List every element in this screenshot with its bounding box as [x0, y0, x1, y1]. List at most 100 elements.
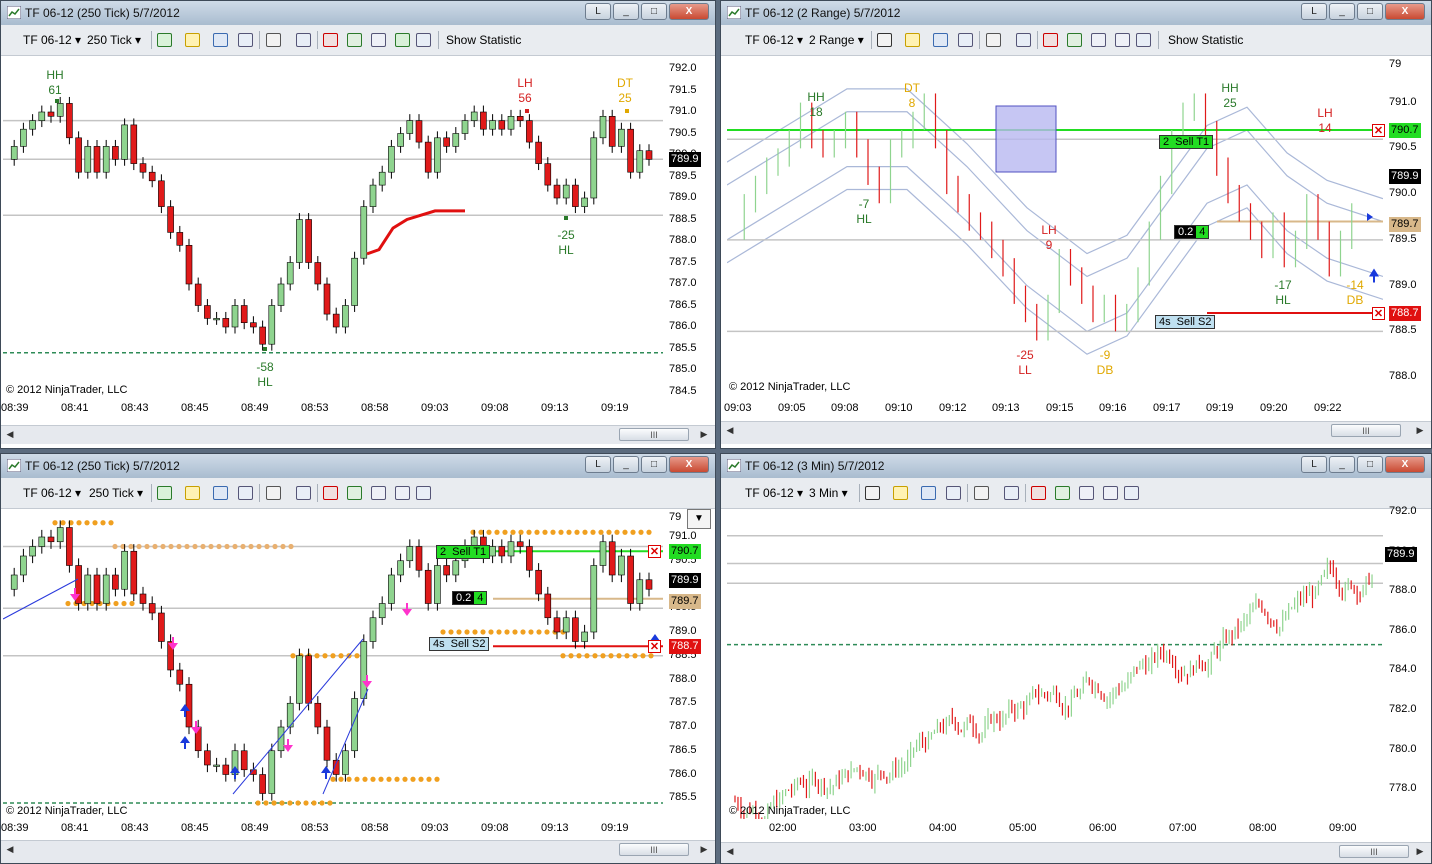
close-button[interactable]: X	[1385, 3, 1425, 20]
scroll-right-arrow[interactable]: ▶	[697, 428, 711, 441]
cursor-icon[interactable]	[266, 33, 281, 47]
minimize-button[interactable]: _	[1329, 456, 1355, 473]
properties-icon[interactable]	[1136, 33, 1151, 47]
scroll-thumb[interactable]: III	[619, 843, 689, 856]
maximize-button[interactable]: □	[641, 456, 667, 473]
crosshair-icon[interactable]	[921, 486, 936, 500]
bar-chart-icon[interactable]	[323, 486, 338, 500]
cursor-icon[interactable]	[986, 33, 1001, 47]
instrument-selector[interactable]: TF 06-12 ▾	[745, 25, 803, 55]
candlestick-chart[interactable]	[3, 509, 663, 819]
cancel-order-icon[interactable]: ✕	[648, 545, 661, 559]
price-plot[interactable]: © 2012 NinjaTrader, LLC HH 61 LH 56 DT 25 -25 H…	[3, 56, 663, 399]
pencil-icon[interactable]	[185, 33, 200, 47]
maximize-button[interactable]: □	[1357, 456, 1383, 473]
chart-window-range[interactable]: TF 06-12 (2 Range) 5/7/2012 L _ □ X TF 0…	[720, 0, 1432, 449]
scroll-thumb[interactable]: III	[1339, 845, 1409, 858]
price-plot[interactable]: © 2012 NinjaTrader, LLC 2 Sell T1 0.2 4 4s Se…	[3, 509, 663, 819]
link-icon[interactable]	[958, 33, 973, 47]
link-icon[interactable]	[946, 486, 961, 500]
pencil-icon[interactable]	[905, 33, 920, 47]
order-label[interactable]: 4s Sell S2	[429, 637, 490, 651]
dollar-icon[interactable]	[395, 33, 410, 47]
lock-button[interactable]: L	[1301, 456, 1327, 473]
order-label[interactable]: 4s Sell S2	[1155, 315, 1216, 329]
chart-window-tick-top[interactable]: TF 06-12 (250 Tick) 5/7/2012 L _ □ X TF …	[0, 0, 716, 449]
properties-icon[interactable]	[416, 486, 431, 500]
instrument-selector[interactable]: TF 06-12 ▾	[23, 478, 81, 508]
link-icon[interactable]	[238, 486, 253, 500]
close-button[interactable]: X	[1385, 456, 1425, 473]
time-axis[interactable]: 02:00 03:00 04:00 05:00 06:00 07:00 08:00 09:00	[727, 819, 1383, 839]
axis-menu-button[interactable]: ▼	[687, 509, 711, 529]
time-axis[interactable]: 09:03 09:05 09:08 09:10 09:12 09:13 09:15 09:16…	[724, 399, 1383, 419]
scroll-right-arrow[interactable]: ▶	[1413, 845, 1427, 858]
strategies-icon[interactable]	[1091, 33, 1106, 47]
interval-selector[interactable]: 250 Tick ▾	[87, 25, 141, 55]
scroll-thumb[interactable]: III	[1331, 424, 1401, 437]
strategies-icon[interactable]	[1079, 486, 1094, 500]
minimize-button[interactable]: _	[613, 456, 639, 473]
close-button[interactable]: X	[669, 3, 709, 20]
horizontal-scrollbar[interactable]: ◀ III ▶	[721, 421, 1431, 444]
properties-icon[interactable]	[416, 33, 431, 47]
scroll-right-arrow[interactable]: ▶	[1413, 424, 1427, 437]
interval-selector[interactable]: 2 Range ▾	[809, 25, 864, 55]
price-plot[interactable]: © 2012 NinjaTrader, LLC	[727, 509, 1383, 819]
scroll-right-arrow[interactable]: ▶	[697, 843, 711, 856]
horizontal-scrollbar[interactable]: ◀ III ▶	[1, 425, 715, 444]
order-label[interactable]: 2 Sell T1	[436, 545, 491, 559]
maximize-button[interactable]: □	[641, 3, 667, 20]
scroll-left-arrow[interactable]: ◀	[723, 845, 737, 858]
instrument-selector[interactable]: TF 06-12 ▾	[745, 478, 803, 508]
chart-window-3min[interactable]: TF 06-12 (3 Min) 5/7/2012 L _ □ X TF 06-…	[720, 453, 1432, 864]
bar-chart[interactable]	[727, 509, 1383, 819]
minimize-button[interactable]: _	[1329, 3, 1355, 20]
order-label[interactable]: 2 Sell T1	[1159, 135, 1214, 149]
cursor-icon[interactable]	[266, 486, 281, 500]
strategies-icon[interactable]	[371, 33, 386, 47]
chart-style-icon[interactable]	[865, 486, 880, 500]
time-axis[interactable]: 08:39 08:41 08:43 08:45 08:49 08:53 08:58 09:03…	[1, 399, 663, 421]
zoom-icon[interactable]	[296, 33, 311, 47]
horizontal-scrollbar[interactable]: ◀ III ▶	[721, 842, 1431, 863]
dollar-icon[interactable]	[1103, 486, 1118, 500]
chart-style-icon[interactable]	[877, 33, 892, 47]
zoom-icon[interactable]	[1004, 486, 1019, 500]
zoom-icon[interactable]	[1016, 33, 1031, 47]
close-button[interactable]: X	[669, 456, 709, 473]
dollar-icon[interactable]	[1115, 33, 1130, 47]
show-statistic-button[interactable]: Show Statistic	[446, 25, 521, 55]
instrument-selector[interactable]: TF 06-12 ▾	[23, 25, 81, 55]
bar-chart-icon[interactable]	[323, 33, 338, 47]
strategies-icon[interactable]	[371, 486, 386, 500]
chart-style-icon[interactable]	[157, 33, 172, 47]
cursor-icon[interactable]	[974, 486, 989, 500]
indicators-icon[interactable]	[347, 486, 362, 500]
crosshair-icon[interactable]	[933, 33, 948, 47]
time-axis[interactable]: 08:39 08:41 08:43 08:45 08:49 08:53 08:58 09:03…	[1, 819, 663, 839]
cancel-order-icon[interactable]: ✕	[648, 640, 661, 654]
interval-selector[interactable]: 250 Tick ▾	[89, 478, 143, 508]
order-label[interactable]: 0.2 4	[1174, 225, 1210, 239]
pencil-icon[interactable]	[185, 486, 200, 500]
lock-button[interactable]: L	[1301, 3, 1327, 20]
bar-chart-icon[interactable]	[1043, 33, 1058, 47]
scroll-thumb[interactable]: III	[619, 428, 689, 441]
indicators-icon[interactable]	[347, 33, 362, 47]
link-icon[interactable]	[238, 33, 253, 47]
lock-button[interactable]: L	[585, 3, 611, 20]
horizontal-scrollbar[interactable]: ◀ III ▶	[1, 840, 715, 863]
maximize-button[interactable]: □	[1357, 3, 1383, 20]
chart-window-tick-bottom[interactable]: TF 06-12 (250 Tick) 5/7/2012 L _ □ X TF …	[0, 453, 716, 864]
price-axis[interactable]: 792.0791.5791.0790.5790.0789.5789.0788.5…	[663, 56, 715, 399]
crosshair-icon[interactable]	[213, 486, 228, 500]
bar-chart-icon[interactable]	[1031, 486, 1046, 500]
title-bar[interactable]: TF 06-12 (3 Min) 5/7/2012 L _ □ X	[721, 454, 1431, 478]
price-plot[interactable]: © 2012 NinjaTrader, LLC HH 18 DT 8 -7 HL LH 9 -2…	[727, 56, 1385, 399]
pencil-icon[interactable]	[893, 486, 908, 500]
chart-style-icon[interactable]	[157, 486, 172, 500]
properties-icon[interactable]	[1124, 486, 1139, 500]
dollar-icon[interactable]	[395, 486, 410, 500]
title-bar[interactable]: TF 06-12 (250 Tick) 5/7/2012 L _ □ X	[1, 454, 715, 478]
